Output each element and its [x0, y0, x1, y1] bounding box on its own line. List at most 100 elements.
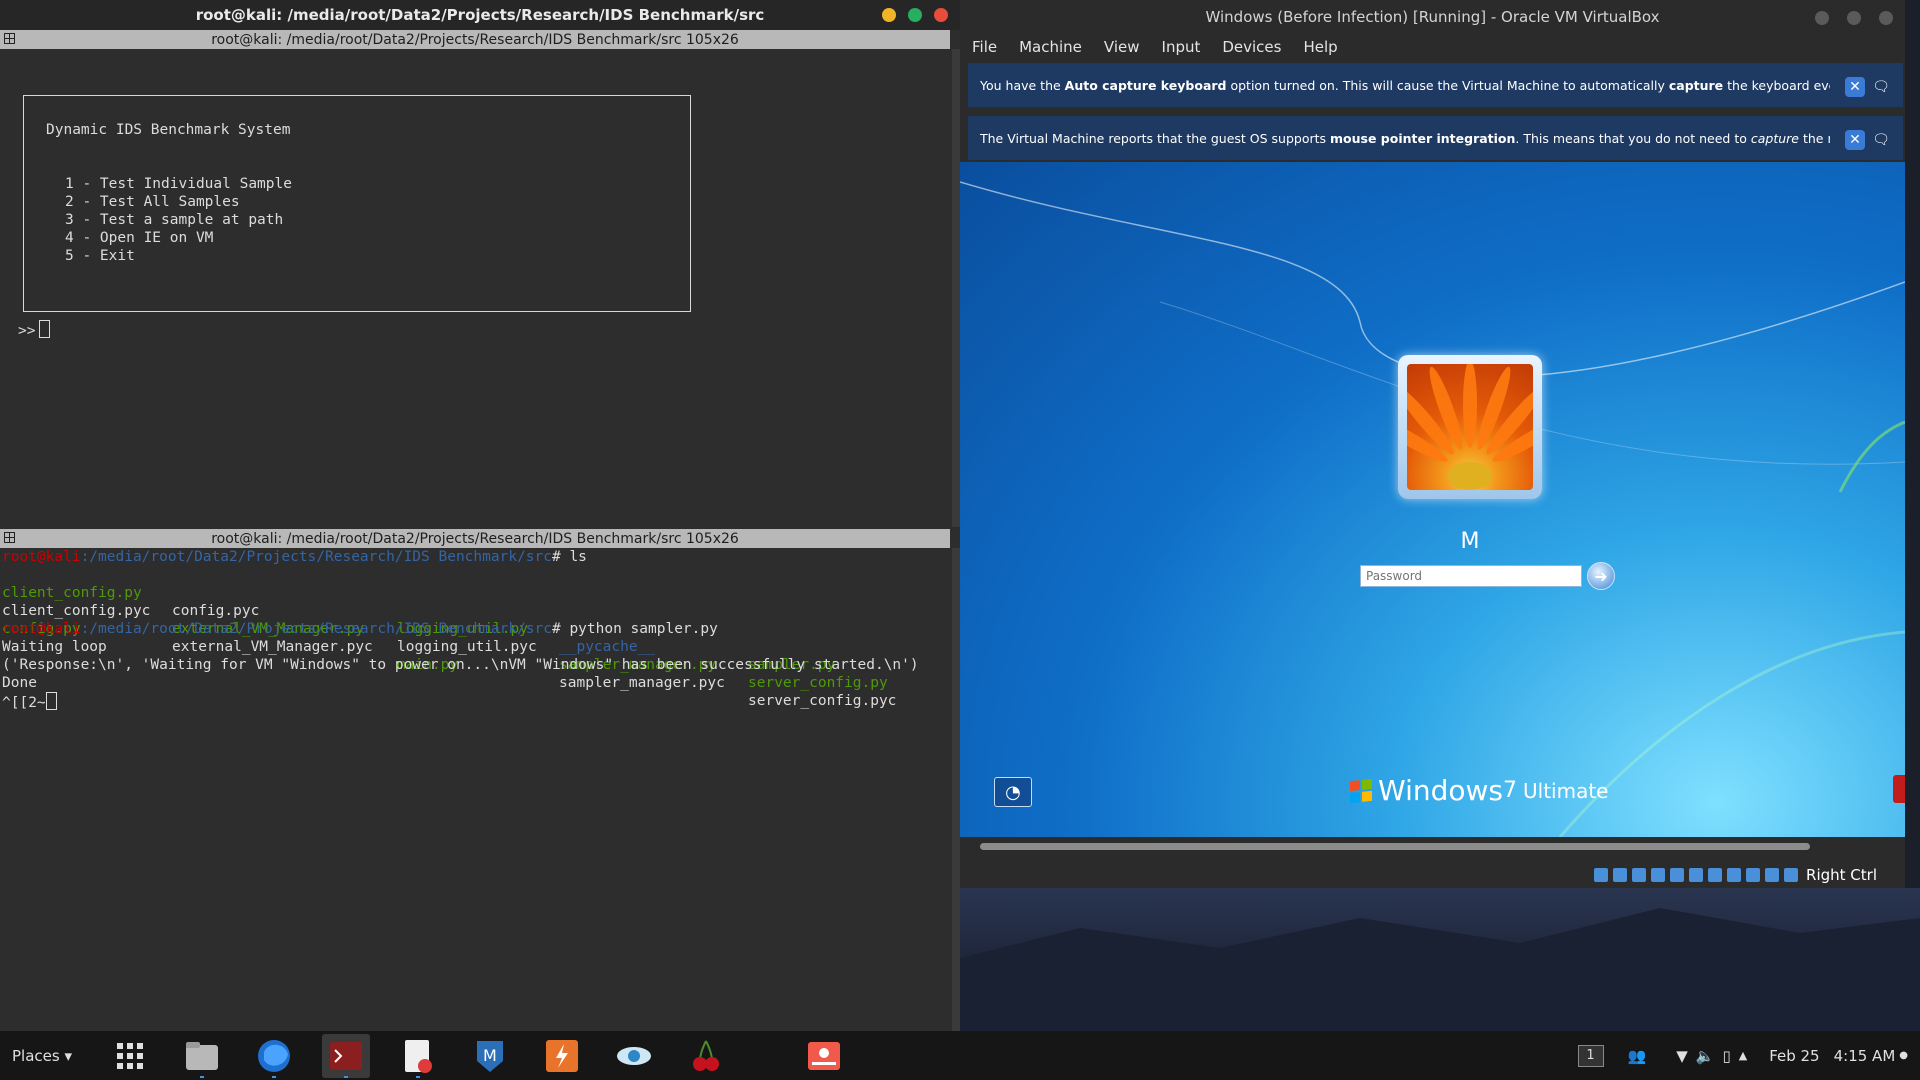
- mouse-integration-icon[interactable]: [1765, 868, 1780, 882]
- menu-view[interactable]: View: [1104, 38, 1140, 56]
- workspace-switcher[interactable]: 1: [1577, 1044, 1604, 1067]
- running-indicator: [272, 1075, 276, 1078]
- host-key-label: Right Ctrl: [1806, 866, 1877, 884]
- notice-text: The Virtual Machine reports that the gue…: [980, 130, 1830, 146]
- taskbar: Places ▾ M 1 👥 ▼ 🔈 ▯ ▲ Feb 25 4:15 AM ●: [0, 1031, 1920, 1080]
- taskbar-screenshot-tool[interactable]: [800, 1034, 848, 1078]
- terminal-window[interactable]: root@kali: /media/root/Data2/Projects/Re…: [0, 0, 960, 1031]
- svg-text:M: M: [483, 1046, 497, 1065]
- optical-drive-icon[interactable]: [1613, 868, 1628, 882]
- wifi-icon[interactable]: ▼: [1676, 1047, 1688, 1065]
- notification-dot-icon[interactable]: ●: [1899, 1050, 1908, 1061]
- brand-edition: Ultimate: [1523, 778, 1609, 803]
- login-arrow-button[interactable]: ➜: [1587, 562, 1615, 590]
- user-avatar[interactable]: [1398, 355, 1542, 499]
- close-notice-icon[interactable]: ✕: [1845, 77, 1865, 97]
- top-pane-scrollbar[interactable]: [952, 49, 960, 527]
- taskbar-cherrytree[interactable]: [682, 1034, 730, 1078]
- menu-machine[interactable]: Machine: [1019, 38, 1082, 56]
- firefox-icon: [258, 1039, 290, 1072]
- vbox-maximize-button[interactable]: [1847, 11, 1861, 25]
- audio-icon[interactable]: [1632, 868, 1647, 882]
- battery-icon[interactable]: ▯: [1722, 1047, 1730, 1065]
- tray-expand-icon[interactable]: ▲: [1739, 1049, 1747, 1062]
- menu-file[interactable]: File: [972, 38, 997, 56]
- brand-version: 7: [1503, 778, 1517, 803]
- terminal-icon: [330, 1041, 362, 1070]
- clock-date[interactable]: Feb 25: [1769, 1047, 1819, 1065]
- places-menu[interactable]: Places ▾: [12, 1047, 82, 1065]
- output-line: ('Response:\n', 'Waiting for VM "Windows…: [2, 657, 919, 673]
- guest-screen[interactable]: M ➜ ◔ Windows 7 Ultimate: [960, 162, 1905, 837]
- arrow-right-icon: ➜: [1594, 566, 1608, 586]
- close-button[interactable]: [934, 8, 948, 22]
- wallpaper-swooshes: [960, 181, 1905, 837]
- virtualbox-window[interactable]: Windows (Before Infection) [Running] - O…: [960, 0, 1905, 888]
- recording-icon[interactable]: [1727, 868, 1742, 882]
- shared-folders-icon[interactable]: [1689, 868, 1704, 882]
- ease-of-access-icon: ◔: [1005, 781, 1021, 803]
- taskbar-metasploit[interactable]: M: [466, 1034, 514, 1078]
- cherry-icon: [693, 1040, 719, 1071]
- bottom-pane-scrollbar[interactable]: [952, 548, 960, 1031]
- bottom-pane[interactable]: root@kali:/media/root/Data2/Projects/Res…: [0, 548, 950, 1031]
- menu-prompt[interactable]: >>: [18, 320, 51, 339]
- taskbar-eye-app[interactable]: [610, 1034, 658, 1078]
- bottom-pane-title: root@kali: /media/root/Data2/Projects/Re…: [211, 530, 739, 547]
- vbox-close-button[interactable]: [1879, 11, 1893, 25]
- menu-title: Dynamic IDS Benchmark System: [46, 122, 291, 138]
- hard-disk-icon[interactable]: [1594, 868, 1609, 882]
- prompt-symbol: >>: [18, 323, 36, 339]
- taskbar-files[interactable]: [178, 1034, 226, 1078]
- taskbar-burpsuite[interactable]: [538, 1034, 586, 1078]
- split-icon[interactable]: [4, 532, 15, 543]
- terminal-titlebar[interactable]: root@kali: /media/root/Data2/Projects/Re…: [0, 0, 960, 30]
- shutdown-button[interactable]: [1893, 775, 1905, 803]
- menu-box: Dynamic IDS Benchmark System 1 - Test In…: [23, 95, 691, 312]
- menu-help[interactable]: Help: [1303, 38, 1337, 56]
- top-pane-title: root@kali: /media/root/Data2/Projects/Re…: [211, 31, 739, 48]
- keyboard-capture-icon[interactable]: [1784, 868, 1799, 882]
- eye-icon: [617, 1046, 651, 1065]
- top-pane-header[interactable]: root@kali: /media/root/Data2/Projects/Re…: [0, 30, 950, 49]
- display-icon[interactable]: [1708, 868, 1723, 882]
- app-grid-launcher[interactable]: [106, 1034, 154, 1078]
- taskbar-firefox[interactable]: [250, 1034, 298, 1078]
- split-icon[interactable]: [4, 33, 15, 44]
- vbox-statusbar: Right Ctrl: [960, 862, 1905, 888]
- cpu-icon[interactable]: [1746, 868, 1761, 882]
- ls-row: config.py external_VM_Manager.pyc main.p…: [2, 621, 897, 709]
- folder-icon: [186, 1041, 218, 1070]
- people-icon[interactable]: 👥: [1628, 1047, 1647, 1065]
- taskbar-terminal[interactable]: [322, 1033, 370, 1078]
- taskbar-text-editor[interactable]: [394, 1034, 442, 1078]
- running-indicator: [416, 1075, 420, 1078]
- running-indicator: [200, 1075, 204, 1078]
- menu-input[interactable]: Input: [1162, 38, 1201, 56]
- flower-picture: [1407, 364, 1533, 490]
- menu-option: 3 - Test a sample at path: [65, 212, 284, 228]
- mute-notice-icon[interactable]: 🗨: [1871, 77, 1891, 97]
- vbox-titlebar[interactable]: Windows (Before Infection) [Running] - O…: [960, 0, 1905, 34]
- maximize-button[interactable]: [908, 8, 922, 22]
- menu-devices[interactable]: Devices: [1222, 38, 1281, 56]
- mute-notice-icon[interactable]: 🗨: [1871, 130, 1891, 150]
- burpsuite-icon: [546, 1039, 578, 1072]
- ls-row: client_config.pyc external_VM_Manager.py…: [2, 603, 888, 691]
- close-notice-icon[interactable]: ✕: [1845, 130, 1865, 150]
- guest-horizontal-scrollbar[interactable]: [980, 843, 1810, 850]
- menu-option: 5 - Exit: [65, 248, 135, 264]
- password-field[interactable]: [1360, 565, 1582, 587]
- text-cursor: [39, 320, 51, 338]
- windows-logo-brand: Windows 7 Ultimate: [1350, 774, 1608, 807]
- usb-icon[interactable]: [1670, 868, 1685, 882]
- minimize-button[interactable]: [882, 8, 896, 22]
- bottom-pane-header[interactable]: root@kali: /media/root/Data2/Projects/Re…: [0, 529, 950, 548]
- system-tray: 1 👥 ▼ 🔈 ▯ ▲ Feb 25 4:15 AM ●: [1577, 1031, 1920, 1080]
- volume-icon[interactable]: 🔈: [1696, 1047, 1715, 1065]
- ease-of-access-button[interactable]: ◔: [994, 777, 1032, 807]
- vbox-minimize-button[interactable]: [1815, 11, 1829, 25]
- network-icon[interactable]: [1651, 868, 1666, 882]
- top-pane[interactable]: Dynamic IDS Benchmark System 1 - Test In…: [0, 49, 950, 527]
- clock-time[interactable]: 4:15 AM: [1834, 1047, 1896, 1065]
